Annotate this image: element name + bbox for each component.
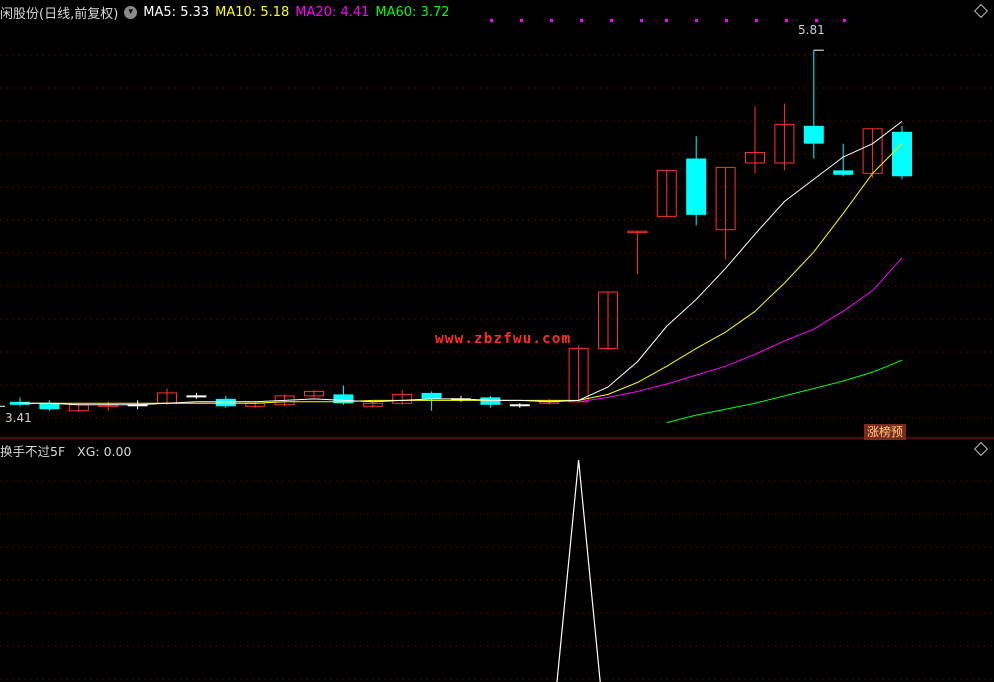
marker-dot <box>580 19 583 22</box>
candle-body <box>833 170 854 175</box>
marker-dot <box>665 19 668 22</box>
marker-dot <box>490 19 493 22</box>
candle-body <box>892 131 912 177</box>
marker-dot <box>755 19 758 22</box>
marker-dot <box>610 19 613 22</box>
watermark-text: www.zbzfwu.com <box>435 331 572 347</box>
marker-dot <box>695 19 698 22</box>
xg-spike <box>556 459 601 682</box>
marker-dot <box>520 19 523 22</box>
signal-badge: 涨榜预 <box>864 424 907 440</box>
low-price-label: 3.41 <box>5 411 32 425</box>
indicator-title: 换手不过5F <box>0 444 66 459</box>
ma5-label: MA5: 5.33 <box>143 4 210 20</box>
xg-label: XG: 0.00 <box>77 444 132 459</box>
marker-dot <box>640 19 643 22</box>
candle-body <box>686 158 707 215</box>
sub-chart-header: 换手不过5F XG: 0.00 <box>0 441 139 460</box>
stock-title: 闲股份(日线,前复权) <box>0 6 119 22</box>
ma20-label: MA20: 4.41 <box>295 4 370 20</box>
candle-body <box>509 404 530 407</box>
ma20-line <box>578 257 903 403</box>
marker-dot <box>785 19 788 22</box>
candle-body <box>480 397 501 405</box>
marker-dot <box>843 19 846 22</box>
ma60-line <box>666 359 903 424</box>
candle-body <box>215 398 236 407</box>
ma10-label: MA10: 5.18 <box>215 4 290 20</box>
ma5-line <box>20 121 903 406</box>
high-price-label: 5.81 <box>798 23 825 37</box>
marker-dot <box>725 19 728 22</box>
ma60-label: MA60: 3.72 <box>375 4 450 20</box>
marker-dot <box>550 19 553 22</box>
candle-body <box>421 392 442 399</box>
candle-body <box>39 403 60 410</box>
ma10-line <box>20 143 903 404</box>
chevron-down-icon[interactable]: ▾ <box>124 5 138 19</box>
candle-body <box>803 125 824 144</box>
candle-body <box>186 395 207 398</box>
marker-dot <box>815 19 818 22</box>
stock-chart-window: 闲股份(日线,前复权) ▾ MA5: 5.33 MA10: 5.18 MA20:… <box>0 0 994 682</box>
main-chart-header: 闲股份(日线,前复权) ▾ MA5: 5.33 MA10: 5.18 MA20:… <box>0 2 456 22</box>
